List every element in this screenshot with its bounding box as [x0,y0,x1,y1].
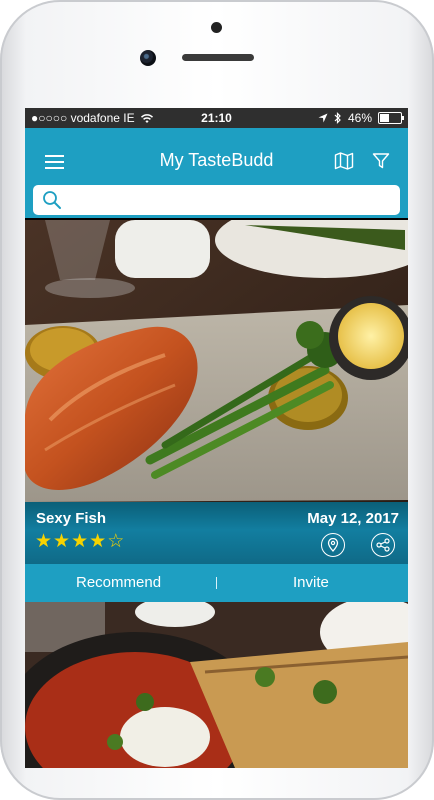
star-icon: ★ [89,531,107,552]
card-action-bar: Recommend Invite [25,564,408,602]
navigation-bar: My TasteBudd [25,128,408,218]
location-arrow-icon [318,113,328,123]
battery-percent: 46% [347,111,372,125]
battery-icon [378,112,404,124]
search-icon [43,191,61,209]
location-pin-icon [327,538,339,552]
proximity-sensor [211,22,222,33]
food-photo-shakshuka [25,602,408,768]
map-icon [334,152,354,170]
status-right: 46% [318,111,404,125]
app-screen: ●○○○○ vodafone IE 21:10 46% My TasteBudd… [25,108,408,768]
restaurant-name: Sexy Fish [36,510,107,527]
card-info-bar: Sexy Fish May 12, 2017 ★ ★ ★ ★ ☆ [25,502,408,564]
action-divider [216,577,217,589]
location-button[interactable] [321,533,345,557]
bluetooth-icon [334,112,341,124]
star-outline-icon: ☆ [107,531,125,552]
status-bar: ●○○○○ vodafone IE 21:10 46% [25,108,408,128]
invite-button[interactable]: Invite [293,574,329,591]
restaurant-photo[interactable] [25,220,408,502]
star-icon: ★ [71,531,89,552]
filter-button[interactable] [372,152,392,172]
earpiece-speaker [182,54,254,61]
battery-fill [380,114,389,122]
front-camera [140,50,156,66]
map-button[interactable] [334,152,356,172]
star-icon: ★ [53,531,71,552]
share-button[interactable] [371,533,395,557]
star-icon: ★ [35,531,53,552]
recommend-button[interactable]: Recommend [76,574,161,591]
rating-stars: ★ ★ ★ ★ ☆ [35,532,124,552]
search-bar [33,185,400,215]
share-icon [376,538,390,552]
visit-date: May 12, 2017 [307,510,399,527]
search-input[interactable] [67,189,391,213]
food-photo-salmon [25,220,408,502]
filter-icon [372,153,390,169]
restaurant-photo-second[interactable] [25,602,408,768]
